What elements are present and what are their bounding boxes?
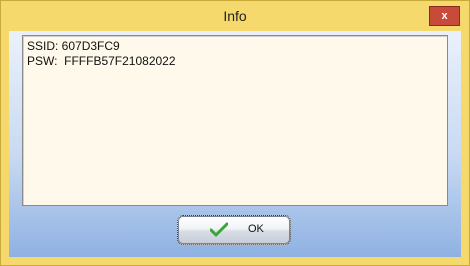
title-bar[interactable]: Info x: [1, 1, 469, 31]
info-dialog: Info x SSID: 607D3FC9 PSW: FFFFB57F210820…: [0, 0, 470, 266]
ok-button[interactable]: OK: [177, 215, 291, 245]
window-title: Info: [223, 8, 247, 24]
ok-label: OK: [248, 223, 264, 235]
dialog-body: SSID: 607D3FC9 PSW: FFFFB57F21082022 OK: [9, 31, 461, 257]
password-line: PSW: FFFFB57F21082022: [27, 54, 176, 68]
info-text-area[interactable]: SSID: 607D3FC9 PSW: FFFFB57F21082022: [22, 35, 448, 206]
close-button[interactable]: x: [429, 6, 460, 26]
checkmark-icon: [209, 222, 229, 238]
ssid-line: SSID: 607D3FC9: [27, 39, 120, 53]
